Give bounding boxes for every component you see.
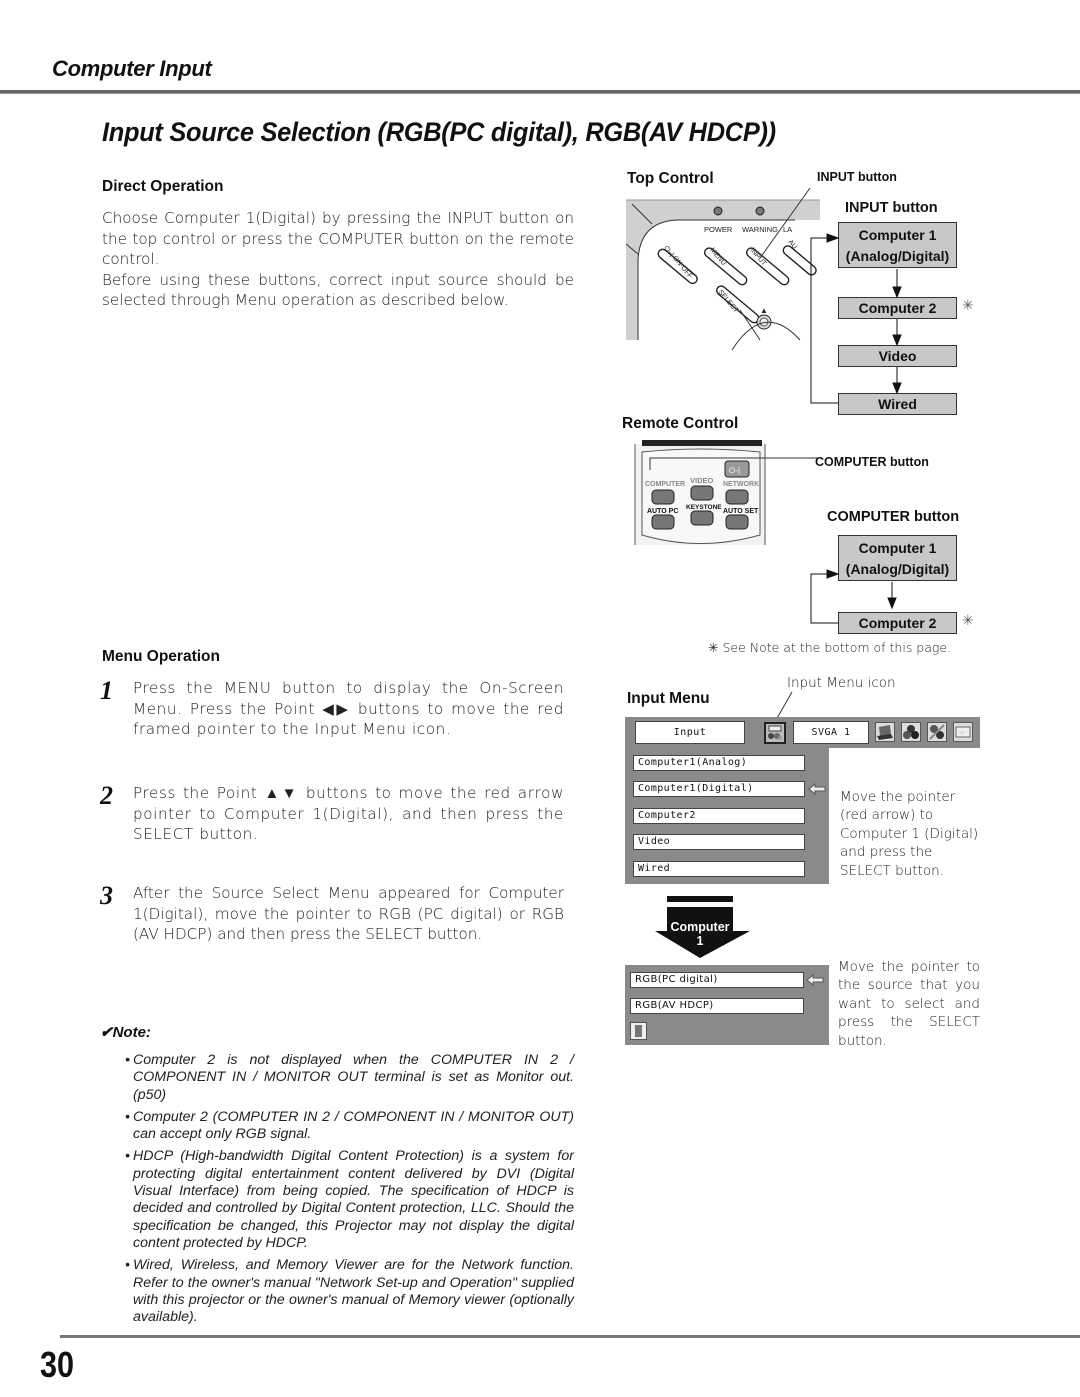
footer-rule — [60, 1335, 1080, 1338]
note-list: • Computer 2 is not displayed when the CO… — [125, 1052, 574, 1331]
top-flow-arrows — [810, 233, 902, 404]
direct-operation-heading: Direct Operation — [102, 178, 224, 195]
note-heading: ✔Note: — [100, 1023, 151, 1041]
remote-control-illustration: ⏻-| COMPUTER VIDEO NETWORK AUTO PC KEYST… — [634, 440, 820, 545]
asterisk-mark: ✳ — [962, 613, 974, 629]
input-menu-caption: Move the pointer (red arrow) to Computer… — [840, 789, 979, 879]
step-text: Press the MENU button to display the On-… — [133, 679, 564, 738]
down-arrow-label: Computer 1 — [670, 920, 730, 948]
remote-control-heading: Remote Control — [622, 415, 739, 432]
image-adjust-icon[interactable] — [927, 722, 947, 742]
sub-source-item-selected[interactable]: RGB(PC digital) — [630, 972, 804, 988]
note-item: • Wired, Wireless, and Memory Viewer are … — [125, 1257, 574, 1326]
source-select-submenu: RGB(PC digital) RGB(AV HDCP) — [625, 965, 829, 1045]
asterisk-mark: ✳ — [962, 298, 974, 314]
laptop-icon[interactable] — [875, 722, 895, 742]
computer-button-callout: COMPUTER button — [815, 455, 929, 469]
input-source-item[interactable]: Video — [633, 834, 805, 850]
signal-label-field: SVGA 1 — [793, 721, 869, 744]
svg-text:AUTO SET: AUTO SET — [723, 508, 759, 515]
input-source-item[interactable]: Computer2 — [633, 808, 805, 824]
note-item: • HDCP (High-bandwidth Digital Content Pr… — [125, 1148, 574, 1251]
red-arrow-pointer-icon — [808, 783, 826, 795]
input-menu-heading: Input Menu — [627, 690, 710, 707]
note-item: • Computer 2 (COMPUTER IN 2 / COMPONENT I… — [125, 1108, 574, 1143]
page-number: 30 — [40, 1344, 75, 1385]
input-menu-icon-callout: Input Menu icon — [787, 675, 896, 691]
power-button-label: ⏻-| — [729, 466, 740, 475]
input-label-field: Input — [635, 721, 745, 744]
note-item: • Computer 2 is not displayed when the CO… — [125, 1052, 574, 1103]
top-control-panel-illustration: POWER WARNING LA ⏻–| ON·OFF MENU INPUT A… — [625, 187, 820, 350]
step-text: After the Source Select Menu appeared fo… — [133, 884, 564, 943]
remote-flow-arrows — [810, 569, 897, 624]
svg-text:VIDEO: VIDEO — [690, 476, 714, 485]
svg-text:LA: LA — [783, 225, 792, 234]
direct-operation-paragraph-1: Choose Computer 1(Digital) by pressing t… — [102, 209, 574, 268]
step-number: 3 — [100, 881, 113, 910]
screen-icon[interactable]: ·:· — [953, 722, 973, 742]
computer-button-flow-title: COMPUTER button — [827, 509, 960, 525]
computer-button-label: COMPUTER — [645, 481, 685, 488]
step-text: Press the Point ▲▼ buttons to move the r… — [133, 784, 564, 843]
sub-menu-caption: Move the pointer to the source that you … — [838, 959, 980, 1049]
input-source-item[interactable]: Wired — [633, 861, 805, 877]
input-button-flow-title: INPUT button — [845, 200, 938, 216]
note-label: Note: — [112, 1024, 151, 1041]
direct-operation-text: Choose Computer 1(Digital) by pressing t… — [102, 208, 574, 311]
menu-operation-heading: Menu Operation — [102, 648, 220, 665]
step-number: 1 — [100, 676, 113, 705]
checkmark-icon: ✔ — [100, 1024, 113, 1041]
step-number: 2 — [100, 781, 113, 810]
svg-text:▲: ▲ — [760, 306, 768, 315]
svg-text:KEYSTONE: KEYSTONE — [686, 504, 722, 511]
color-balls-icon[interactable] — [901, 722, 921, 742]
power-label: POWER — [704, 225, 733, 234]
warning-label: WARNING — [742, 225, 778, 234]
input-source-item[interactable]: Computer1(Analog) — [633, 755, 805, 771]
red-arrow-pointer-icon — [806, 974, 824, 986]
header-rule — [0, 90, 1080, 94]
page-heading: Input Source Selection (RGB(PC digital),… — [102, 117, 776, 147]
svg-text:AUTO PC: AUTO PC — [647, 508, 678, 515]
input-button-callout: INPUT button — [817, 170, 897, 184]
exit-door-icon[interactable] — [630, 1022, 647, 1040]
direct-operation-paragraph-2: Before using these buttons, correct inpu… — [102, 270, 574, 310]
svg-text:NETWORK: NETWORK — [723, 481, 759, 488]
section-title: Computer Input — [52, 56, 212, 81]
osd-menu-bar: Input SVGA 1 ·:· — [625, 717, 980, 748]
asterisk-footnote: ✳ See Note at the bottom of this page. — [708, 640, 952, 655]
sub-source-item[interactable]: RGB(AV HDCP) — [630, 998, 804, 1014]
input-source-list: Computer1(Analog) Computer1(Digital) Com… — [625, 748, 829, 884]
svg-text:·:·: ·:· — [959, 730, 965, 737]
input-menu-icon[interactable] — [764, 722, 786, 744]
input-source-item-selected[interactable]: Computer1(Digital) — [633, 781, 805, 797]
